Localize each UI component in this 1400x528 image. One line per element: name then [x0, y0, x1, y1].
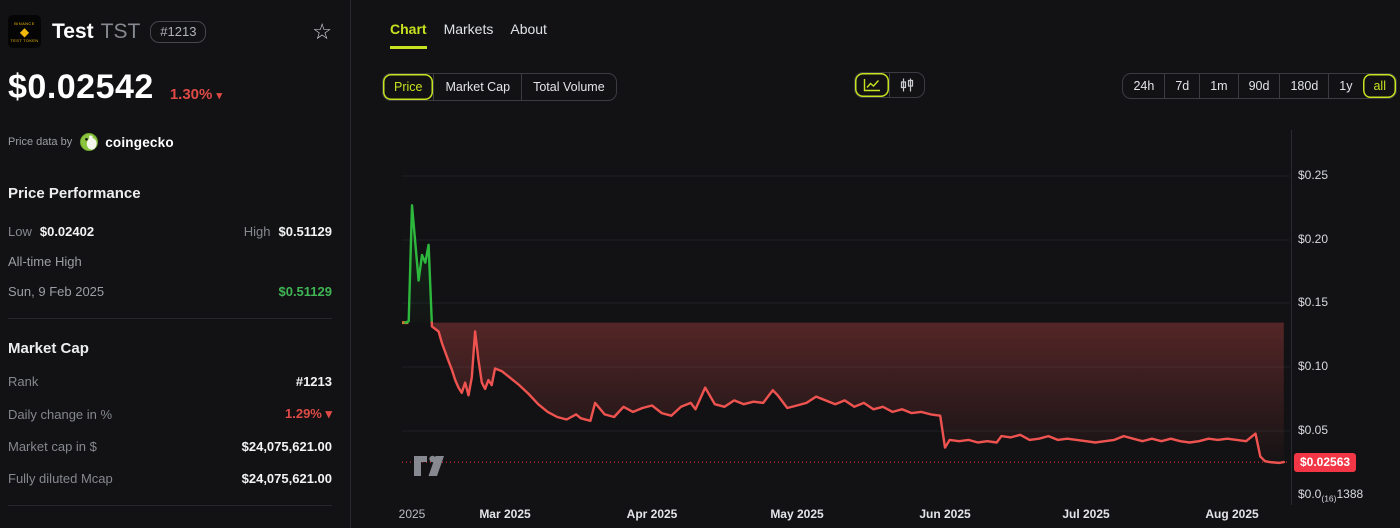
ath-row: Sun, 9 Feb 2025 $0.51129 [8, 284, 332, 299]
token-page: BINANCE ◆ TEST TOKEN Test TST #1213 ☆ $0… [0, 0, 1400, 528]
market-cap-value: $24,075,621.00 [242, 439, 332, 454]
fdv-value: $24,075,621.00 [242, 471, 332, 486]
table-row: Market cap in $ $24,075,621.00 [8, 439, 332, 454]
down-arrow-icon: ▾ [217, 90, 223, 102]
price-row: $0.02542 1.30% ▾ [8, 68, 332, 107]
x-axis-tick: Mar 2025 [479, 507, 530, 521]
chart-type-toggle [854, 72, 925, 98]
series-button-price[interactable]: Price [383, 74, 433, 100]
high-label: High [244, 224, 271, 239]
coingecko-brand[interactable]: coingecko [105, 135, 174, 150]
range-button-24h[interactable]: 24h [1123, 74, 1164, 98]
series-toggle: Price Market Cap Total Volume [382, 73, 617, 101]
y-axis-line [1291, 130, 1292, 505]
low-high-row: Low $0.02402 High $0.51129 [8, 224, 332, 239]
range-button-90d[interactable]: 90d [1238, 74, 1280, 98]
price-attribution: Price data by coingecko [8, 133, 332, 151]
y-axis-tick: $0.25 [1298, 168, 1328, 182]
low-label: Low [8, 224, 32, 239]
binance-cube-icon: ◆ [20, 26, 29, 38]
tradingview-logo[interactable] [413, 454, 449, 478]
table-row: Daily change in % 1.29% ▾ [8, 406, 332, 422]
high-value: $0.51129 [278, 224, 332, 239]
daily-change-label: Daily change in % [8, 407, 112, 422]
token-summary-panel: BINANCE ◆ TEST TOKEN Test TST #1213 ☆ $0… [0, 0, 351, 528]
divider [8, 318, 332, 319]
ath-value: $0.51129 [278, 284, 332, 299]
divider [8, 505, 332, 506]
token-header: BINANCE ◆ TEST TOKEN Test TST #1213 ☆ [8, 15, 332, 48]
x-axis-tick: May 2025 [770, 507, 823, 521]
line-chart-button[interactable] [855, 73, 889, 97]
x-axis-tick: Jun 2025 [919, 507, 970, 521]
market-cap-label: Market cap in $ [8, 439, 97, 454]
current-price: $0.02542 [8, 68, 154, 107]
y-axis-tick: $0.10 [1298, 359, 1328, 373]
price-performance-title: Price Performance [8, 185, 332, 202]
token-name: Test [52, 20, 94, 44]
chart-panel: Chart Markets About Price Market Cap Tot… [351, 0, 1400, 528]
series-button-market-cap[interactable]: Market Cap [433, 74, 521, 100]
tab-bar: Chart Markets About [390, 21, 547, 49]
tab-chart[interactable]: Chart [390, 21, 427, 49]
table-row: Fully diluted Mcap $24,075,621.00 [8, 471, 332, 486]
range-button-1y[interactable]: 1y [1328, 74, 1362, 98]
range-button-all[interactable]: all [1362, 74, 1396, 98]
favorite-star-icon[interactable]: ☆ [312, 21, 332, 43]
x-axis-tick: Jul 2025 [1062, 507, 1109, 521]
token-logo-bottom-text: TEST TOKEN [11, 38, 39, 43]
fdv-label: Fully diluted Mcap [8, 471, 113, 486]
rank-badge: #1213 [150, 21, 206, 43]
time-range-toggle: 24h 7d 1m 90d 180d 1y all [1122, 73, 1397, 99]
current-price-tag: $0.02563 [1294, 453, 1356, 472]
ath-label: All-time High [8, 254, 332, 269]
price-change-value: 1.30% [170, 86, 213, 103]
x-axis-tick: Apr 2025 [627, 507, 678, 521]
rank-label: Rank [8, 374, 38, 389]
ath-date: Sun, 9 Feb 2025 [8, 284, 104, 299]
y-axis-bottom-tick: $0.0(16)1388 [1298, 487, 1363, 503]
token-symbol: TST [101, 20, 141, 44]
candlestick-chart-button[interactable] [889, 73, 924, 97]
range-button-7d[interactable]: 7d [1164, 74, 1199, 98]
y-axis-tick: $0.05 [1298, 423, 1328, 437]
tab-about[interactable]: About [510, 21, 547, 49]
tab-markets[interactable]: Markets [444, 21, 494, 49]
daily-change-value: 1.29% ▾ [285, 406, 332, 422]
price-chart[interactable]: $0.25 $0.20 $0.15 $0.10 $0.05 $0.0(16)1388 2… [351, 116, 1400, 528]
x-axis-tick: 2025 [399, 507, 426, 521]
line-chart-icon [863, 78, 881, 92]
rank-value: #1213 [296, 374, 332, 389]
market-cap-title: Market Cap [8, 340, 332, 357]
token-logo: BINANCE ◆ TEST TOKEN [8, 15, 41, 48]
y-axis-tick: $0.15 [1298, 295, 1328, 309]
range-button-180d[interactable]: 180d [1279, 74, 1328, 98]
candlestick-chart-icon [898, 78, 916, 92]
attribution-text: Price data by [8, 136, 72, 148]
range-button-1m[interactable]: 1m [1199, 74, 1237, 98]
y-axis-tick: $0.20 [1298, 232, 1328, 246]
table-row: Rank #1213 [8, 374, 332, 389]
series-button-total-volume[interactable]: Total Volume [521, 74, 616, 100]
low-value: $0.02402 [40, 224, 94, 239]
price-chart-canvas[interactable] [402, 130, 1290, 505]
price-change: 1.30% ▾ [170, 86, 222, 103]
x-axis-tick: Aug 2025 [1205, 507, 1258, 521]
coingecko-icon [80, 133, 98, 151]
